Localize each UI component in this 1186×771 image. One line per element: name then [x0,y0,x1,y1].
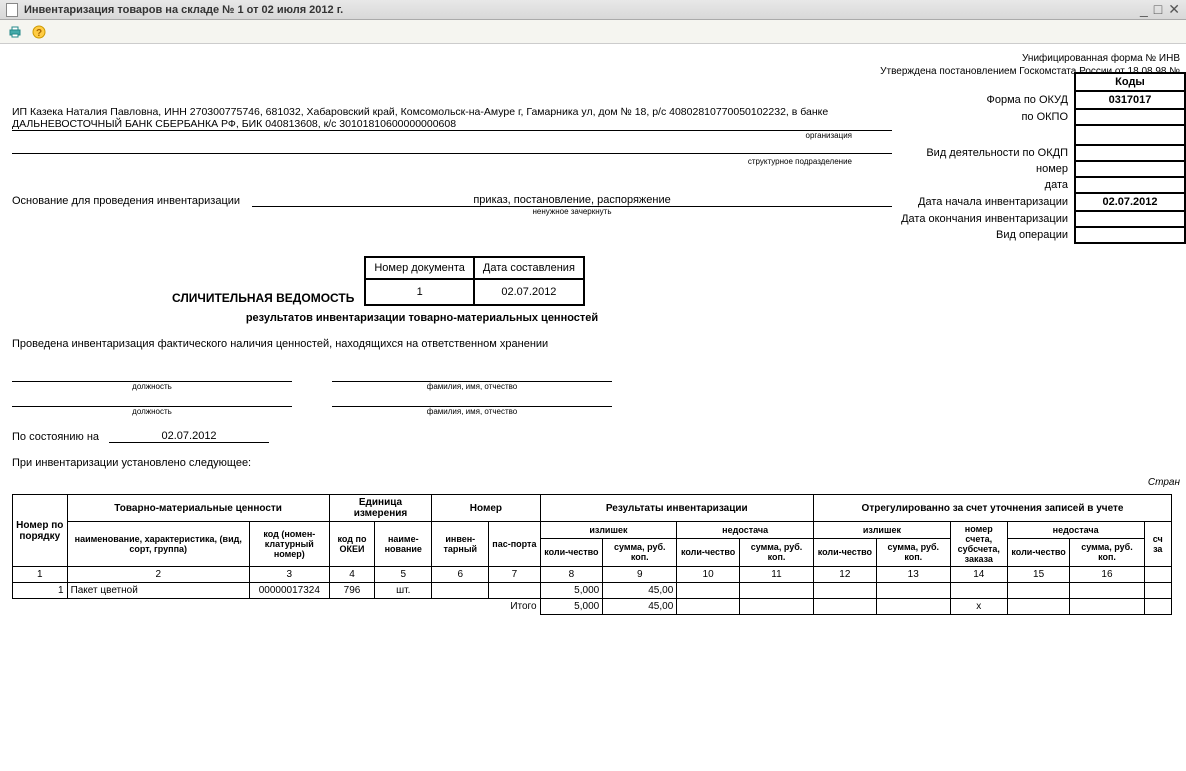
th-results: Результаты инвентаризации [540,495,814,522]
position-caption2: должность [12,407,292,416]
th-name: наименование, характеристика, (вид, сорт… [67,522,249,567]
start-date-label: Дата начала инвентаризации [895,193,1075,211]
op-type-label: Вид операции [895,227,1075,243]
th-nomcode: код (номен-клатурный номер) [249,522,329,567]
okpo-label: по ОКПО [895,109,1075,125]
th-shortage1: недостача [677,522,814,539]
data-row: 1 Пакет цветной 00000017324 796 шт. 5,00… [13,583,1172,599]
th-num: Номер по порядку [13,495,68,567]
org-line1: ИП Казека Наталия Павловна, ИНН 27030077… [12,106,892,118]
col-number-row: 1 2 3 4 5 6 7 8 9 10 11 12 13 14 15 16 [13,567,1172,583]
basis-value: приказ, постановление, распоряжение [252,194,892,207]
th-okei: код по ОКЕИ [329,522,375,567]
th-shortage2: недостача [1007,522,1144,539]
toolbar: ? [0,20,1186,44]
inventory-table: Номер по порядку Товарно-материальные це… [12,494,1172,615]
end-date-value [1075,211,1185,227]
okud-value: 0317017 [1075,91,1185,109]
svg-text:?: ? [36,28,42,39]
window-title: Инвентаризация товаров на складе № 1 от … [24,4,1140,16]
struct-caption: структурное подразделение [12,157,892,166]
page-label: Стран [12,477,1180,488]
minimize-button[interactable]: _ [1140,1,1148,18]
th-surplus2: излишек [814,522,951,539]
document-content[interactable]: Унифицированная форма № ИНВ Утверждена п… [0,44,1186,771]
docnum-col-label: Номер документа [365,257,474,279]
okud-label: Форма по ОКУД [895,91,1075,109]
window-controls: _ □ ✕ [1140,1,1180,18]
codes-table: Коды Форма по ОКУД0317017 по ОКПО Вид де… [895,72,1186,244]
help-button[interactable]: ? [30,23,48,41]
titlebar: Инвентаризация товаров на складе № 1 от … [0,0,1186,20]
docdate-col-label: Дата составления [474,257,584,279]
fio-caption1: фамилия, имя, отчество [332,382,612,391]
document-icon [6,3,18,17]
docnum-value: 1 [365,279,474,305]
sub-title: результатов инвентаризации товарно-матер… [92,312,752,324]
op-type-value [1075,227,1185,243]
state-value: 02.07.2012 [109,430,269,443]
main-title: СЛИЧИТЕЛЬНАЯ ВЕДОМОСТЬ [172,257,365,305]
th-unit: Единица измерения [329,495,432,522]
basis-row: Основание для проведения инвентаризации … [12,194,892,207]
number-value [1075,161,1185,177]
intro-text: Проведена инвентаризация фактического на… [12,338,1180,350]
established-text: При инвентаризации установлено следующее… [12,457,1180,469]
th-surplus1: излишек [540,522,677,539]
th-adjusted: Отрегулированно за счет уточнения записе… [814,495,1172,522]
codes-box: Коды Форма по ОКУД0317017 по ОКПО Вид де… [895,72,1186,244]
maximize-button[interactable]: □ [1154,1,1162,18]
date-label: дата [895,177,1075,193]
state-row: По состоянию на 02.07.2012 [12,430,1180,443]
org-line2: ДАЛЬНЕВОСТОЧНЫЙ БАНК СБЕРБАНКА РФ, БИК 0… [12,118,892,131]
docdate-value: 02.07.2012 [474,279,584,305]
org-caption: организация [12,131,892,140]
fio-caption2: фамилия, имя, отчество [332,407,612,416]
end-date-label: Дата окончания инвентаризации [895,211,1075,227]
print-button[interactable] [6,23,24,41]
basis-caption: ненужное зачеркнуть [12,207,892,216]
state-label: По состоянию на [12,431,99,443]
codes-header: Коды [1075,73,1185,91]
okdp-value [1075,145,1185,161]
th-unitname: наиме-нование [375,522,432,567]
basis-label: Основание для проведения инвентаризации [12,195,240,207]
th-acc: номер счета, субсчета, заказа [950,522,1007,567]
okdp-label: Вид деятельности по ОКДП [895,145,1075,161]
position-caption1: должность [12,382,292,391]
th-passport: пас-порта [489,522,540,567]
th-number: Номер [432,495,540,522]
close-button[interactable]: ✕ [1168,1,1180,18]
number-label: номер [895,161,1075,177]
org-block: ИП Казека Наталия Павловна, ИНН 27030077… [12,106,892,166]
total-row: Итого 5,000 45,00 х [13,599,1172,615]
okpo-value [1075,109,1185,125]
doc-number-block: СЛИЧИТЕЛЬНАЯ ВЕДОМОСТЬ Номер документа Д… [12,256,1180,324]
unified-form-label: Унифицированная форма № ИНВ [12,52,1180,65]
th-inv: инвен-тарный [432,522,489,567]
start-date-value: 02.07.2012 [1075,193,1185,211]
date-value [1075,177,1185,193]
th-tmc: Товарно-материальные ценности [67,495,329,522]
